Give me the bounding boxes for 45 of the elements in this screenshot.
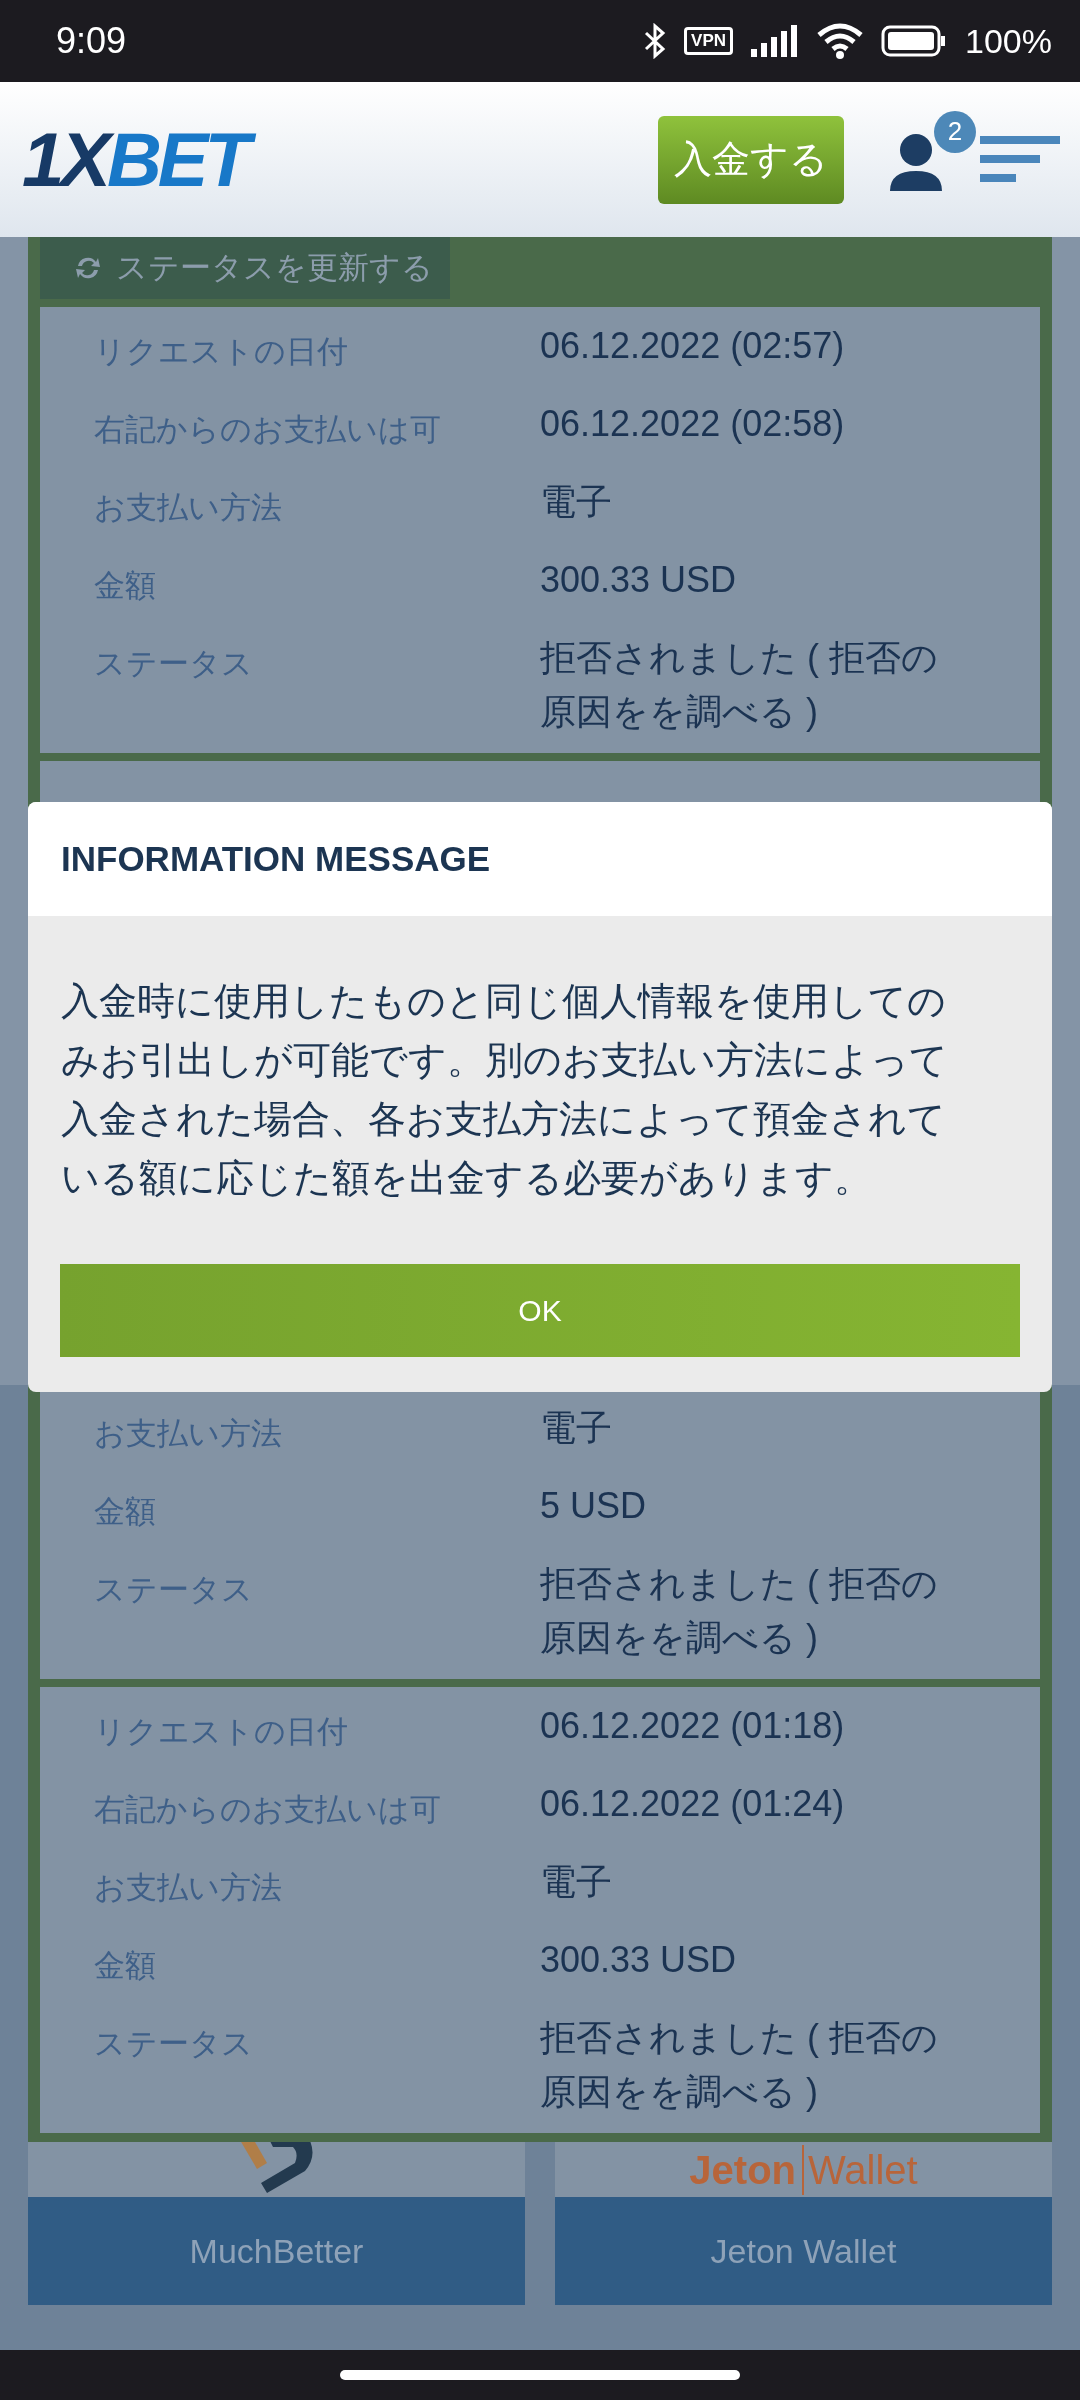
field-value: 拒否されました ( 拒否の原因をを調べる ) [540,2016,939,2114]
wifi-icon [817,23,864,59]
vpn-badge: VPN [684,27,734,55]
menu-icon [980,135,1060,184]
field-label: 金額 [94,1493,157,1531]
field-value: 拒否されました ( 拒否の原因をを調べる ) [540,1562,939,1660]
payment-method-button[interactable]: MuchBetter [28,2197,525,2305]
field-label: リクエストの日付 [94,333,349,371]
ok-button[interactable]: OK [60,1264,1020,1357]
field-value: 電子 [540,1406,613,1450]
field-value: 06.12.2022 (02:57) [540,324,846,368]
dialog-message: 入金時に使用したものと同じ個人情報を使用してのみお引出しが可能です。別のお支払い方法によって入金された場合、各お支払方法によって預金されている額に応じた額を出金する必要があります。 [61,979,949,1201]
field-label: お支払い方法 [94,489,283,527]
dialog-title: INFORMATION MESSAGE [28,802,1052,916]
field-label: 金額 [94,567,157,605]
refresh-status-button[interactable]: ステータスを更新する [40,237,450,299]
field-value: 5 USD [540,1484,648,1528]
field-label: ステータス [94,1571,254,1609]
battery-level: 100% [965,21,1052,61]
field-label: 右記からのお支払いは可 [94,1791,442,1829]
clock-time: 9:09 [56,20,128,62]
field-label: お支払い方法 [94,1869,283,1907]
field-label: 金額 [94,1947,157,1985]
field-value: 300.33 USD [540,1938,738,1982]
jeton-logo: Jeton Wallet [689,2144,918,2195]
field-value: 電子 [540,480,613,524]
payment-method-button[interactable]: Jeton Wallet [555,2197,1052,2305]
field-value: 06.12.2022 (02:58) [540,402,846,446]
field-label: リクエストの日付 [94,1713,349,1751]
field-label: ステータス [94,645,254,683]
home-indicator[interactable] [340,2370,740,2380]
bluetooth-icon [644,23,667,59]
field-value: 300.33 USD [540,558,738,602]
field-value: 06.12.2022 (01:18) [540,1704,846,1748]
field-label: ステータス [94,2025,254,2063]
notification-badge: 2 [934,110,976,153]
battery-icon [881,25,948,57]
field-value: 電子 [540,1860,613,1904]
field-label: お支払い方法 [94,1415,283,1453]
brand-logo[interactable]: 1XBET [20,116,658,203]
signal-icon [751,25,800,57]
field-value: 拒否されました ( 拒否の原因をを調べる ) [540,636,939,734]
field-label: 右記からのお支払いは可 [94,411,442,449]
deposit-button[interactable]: 入金する [658,115,844,204]
field-value: 06.12.2022 (01:24) [540,1782,846,1826]
